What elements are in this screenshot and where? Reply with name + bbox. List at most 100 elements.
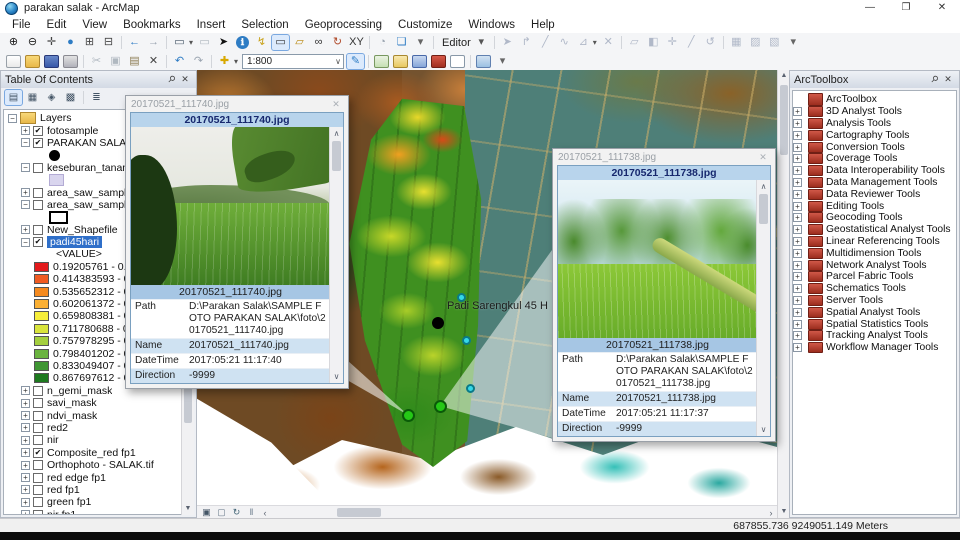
- split-icon[interactable]: ╱: [683, 35, 700, 50]
- create-features-icon[interactable]: ▧: [766, 35, 783, 50]
- undo-icon[interactable]: ↶: [171, 54, 188, 69]
- zoom-in-icon[interactable]: ⊕: [5, 35, 22, 50]
- scroll-down-icon[interactable]: ∨: [330, 370, 343, 383]
- menu-bookmarks[interactable]: Bookmarks: [115, 19, 189, 31]
- menu-view[interactable]: View: [74, 19, 115, 31]
- scale-combo[interactable]: 1:800 ∨: [242, 54, 344, 69]
- menu-selection[interactable]: Selection: [233, 19, 296, 31]
- find-route-icon[interactable]: ↻: [329, 35, 346, 50]
- toolbar-overflow-icon[interactable]: ▾: [412, 35, 429, 50]
- menu-geoprocessing[interactable]: Geoprocessing: [297, 19, 390, 31]
- find-icon[interactable]: ∞: [310, 35, 327, 50]
- toc-item-nir[interactable]: +nir: [4, 434, 193, 446]
- sample-point-marker[interactable]: [457, 293, 466, 302]
- popup-title-bar[interactable]: 20170521_111738.jpg ✕: [553, 149, 775, 165]
- scroll-right-icon[interactable]: ›: [765, 508, 777, 518]
- editor-toolbar-toggle-icon[interactable]: ✎: [347, 54, 364, 69]
- add-data-icon[interactable]: ✚: [216, 54, 233, 69]
- popup-scrollbar[interactable]: ∧ ∨: [756, 180, 770, 436]
- toolbox-coverage-tools[interactable]: +Coverage Tools: [793, 153, 956, 165]
- copy-icon[interactable]: ▣: [107, 54, 124, 69]
- toolbox-data-reviewer-tools[interactable]: +Data Reviewer Tools: [793, 188, 956, 200]
- layout-view-button[interactable]: ▢: [215, 507, 228, 518]
- toolbox-network-analyst-tools[interactable]: +Network Analyst Tools: [793, 259, 956, 271]
- toolbox-data-management-tools[interactable]: +Data Management Tools: [793, 177, 956, 189]
- minimize-button[interactable]: —: [852, 0, 888, 16]
- straight-segment-icon[interactable]: ╱: [537, 35, 554, 50]
- sample-point-marker[interactable]: [462, 336, 471, 345]
- close-panel-icon[interactable]: ✕: [941, 74, 955, 85]
- toolbox-cartography-tools[interactable]: +Cartography Tools: [793, 129, 956, 141]
- photo-popup-111738[interactable]: 20170521_111738.jpg ✕ 20170521_111738.jp…: [552, 148, 776, 442]
- toolbox-schematics-tools[interactable]: +Schematics Tools: [793, 283, 956, 295]
- data-view-button[interactable]: ▣: [200, 507, 213, 518]
- menu-insert[interactable]: Insert: [189, 19, 234, 31]
- refresh-view-button[interactable]: ↻: [230, 507, 243, 518]
- reshape-icon[interactable]: ◧: [645, 35, 662, 50]
- sample-point-marker[interactable]: [466, 384, 475, 393]
- menu-customize[interactable]: Customize: [390, 19, 460, 31]
- layer-checkbox[interactable]: ✔: [33, 448, 43, 458]
- html-popup-viewer-icon[interactable]: ❏: [393, 35, 410, 50]
- search-window-icon[interactable]: [412, 55, 427, 68]
- layer-checkbox[interactable]: [33, 225, 43, 235]
- restore-button[interactable]: ❐: [888, 0, 924, 16]
- fixed-zoom-out-icon[interactable]: ⊟: [100, 35, 117, 50]
- toolbox-geostatistical-analyst-tools[interactable]: +Geostatistical Analyst Tools: [793, 224, 956, 236]
- popup-title-bar[interactable]: 20170521_111740.jpg ✕: [126, 96, 348, 112]
- toolbox-tracking-analyst-tools[interactable]: +Tracking Analyst Tools: [793, 330, 956, 342]
- toolbox-conversion-tools[interactable]: +Conversion Tools: [793, 141, 956, 153]
- layer-checkbox[interactable]: ✔: [33, 126, 43, 136]
- toc-list-by-visibility-icon[interactable]: ◈: [43, 90, 60, 105]
- attribute-table-icon[interactable]: [374, 55, 389, 68]
- html-popup-icon[interactable]: ▭: [272, 35, 289, 50]
- toc-options-icon[interactable]: ≣: [88, 90, 105, 105]
- scroll-up-icon[interactable]: ∧: [330, 127, 343, 140]
- full-extent-icon[interactable]: ●: [62, 35, 79, 50]
- photo-popup-111740[interactable]: 20170521_111740.jpg ✕ 20170521_111740.jp…: [125, 95, 349, 389]
- python-window-icon[interactable]: [450, 55, 465, 68]
- layer-checkbox[interactable]: [33, 473, 43, 483]
- add-data-icon-dropdown[interactable]: ▾: [234, 57, 238, 66]
- open-icon[interactable]: [25, 55, 40, 68]
- rotate-icon[interactable]: ↺: [702, 35, 719, 50]
- close-icon[interactable]: ✕: [329, 99, 343, 110]
- edit-annotation-icon[interactable]: ↱: [518, 35, 535, 50]
- layer-checkbox[interactable]: [33, 510, 43, 515]
- toolbox-linear-referencing-tools[interactable]: +Linear Referencing Tools: [793, 236, 956, 248]
- toc-item-composite-red-fp1[interactable]: +✔Composite_red fp1: [4, 447, 193, 459]
- cut-icon[interactable]: ✂: [88, 54, 105, 69]
- edit-tool-icon[interactable]: ➤: [499, 35, 516, 50]
- modelbuilder-icon[interactable]: [476, 55, 491, 68]
- toolbox-parcel-fabric-tools[interactable]: +Parcel Fabric Tools: [793, 271, 956, 283]
- layer-checkbox[interactable]: [33, 485, 43, 495]
- layer-checkbox[interactable]: [33, 200, 43, 210]
- toolbox-editing-tools[interactable]: +Editing Tools: [793, 200, 956, 212]
- delete-icon[interactable]: ✕: [145, 54, 162, 69]
- toc-item-green-fp1[interactable]: +green fp1: [4, 496, 193, 508]
- toc-item-red-edge-fp1[interactable]: +red edge fp1: [4, 471, 193, 483]
- cut-polygons-icon[interactable]: ✛: [664, 35, 681, 50]
- catalog-window-icon[interactable]: [393, 55, 408, 68]
- toc-list-by-source-icon[interactable]: ▦: [24, 90, 41, 105]
- standard-overflow-icon[interactable]: ▾: [494, 54, 511, 69]
- new-map-icon[interactable]: [6, 55, 21, 68]
- layer-checkbox[interactable]: [33, 188, 43, 198]
- editor-menu-button[interactable]: Editor: [442, 37, 471, 49]
- scroll-thumb[interactable]: [332, 141, 341, 171]
- save-icon[interactable]: [44, 55, 59, 68]
- layer-checkbox[interactable]: [33, 386, 43, 396]
- toolbox-geocoding-tools[interactable]: +Geocoding Tools: [793, 212, 956, 224]
- trace-icon-dropdown[interactable]: ▾: [593, 38, 597, 47]
- scroll-left-icon[interactable]: ‹: [259, 508, 271, 518]
- go-forward-extent-icon[interactable]: →: [145, 35, 162, 50]
- layer-checkbox[interactable]: [33, 411, 43, 421]
- select-elements-icon[interactable]: ➤: [215, 35, 232, 50]
- edit-vertices-icon[interactable]: ▱: [626, 35, 643, 50]
- scroll-down-icon[interactable]: ▼: [182, 503, 194, 515]
- go-back-extent-icon[interactable]: ←: [126, 35, 143, 50]
- attributes-icon[interactable]: ▦: [728, 35, 745, 50]
- label-point-marker[interactable]: [432, 317, 444, 329]
- toolbox-workflow-manager-tools[interactable]: +Workflow Manager Tools: [793, 342, 956, 354]
- toc-item-savi-mask[interactable]: +savi_mask: [4, 397, 193, 409]
